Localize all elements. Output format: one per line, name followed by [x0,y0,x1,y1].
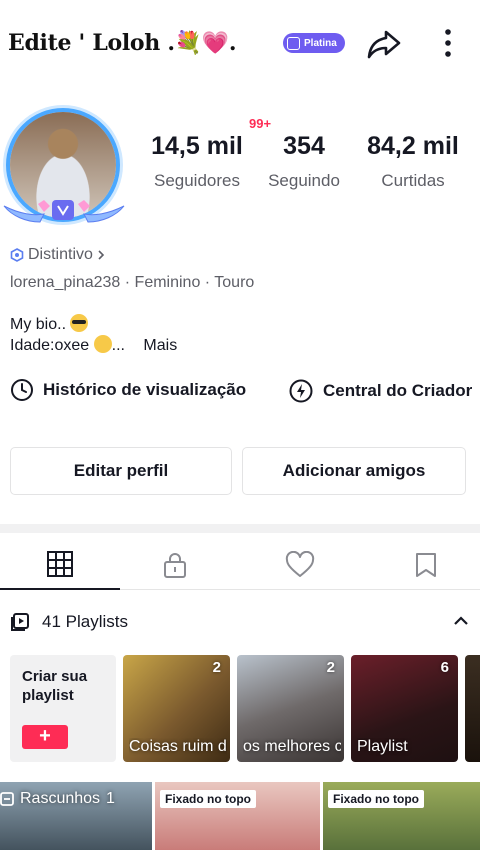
platina-badge-label: Platina [304,37,337,49]
playlists-header[interactable]: 41 Playlists [10,608,470,636]
likes-stat[interactable]: 84,2 mil Curtidas [358,132,468,191]
profile-avatar[interactable] [0,100,128,228]
bio-line-2: Idade:oxee ... Mais [10,335,178,354]
profile-username[interactable]: Edite ' Loloh .💐💗. [8,30,237,56]
playlists-count-label: 41 Playlists [42,612,128,631]
bio-line-1-text: My bio.. [10,316,67,333]
heart-icon [285,551,315,577]
playlist-card-partial[interactable] [465,655,480,762]
bio-line-2-text: Idade:oxee [10,337,90,354]
playlist-card[interactable]: 2 Coisas ruim de ser eu [123,655,230,762]
following-stat[interactable]: 354 Seguindo [258,132,350,191]
more-options-icon[interactable] [436,26,460,62]
avatar-wings-decoration [3,200,125,223]
following-label: Seguindo [268,171,340,190]
tab-liked[interactable] [240,540,360,590]
creator-center-label: Central do Criador [323,381,473,400]
playlist-name: Playlist [357,738,408,755]
edit-profile-button[interactable]: Editar perfil [10,447,232,495]
distintivo-link[interactable]: Distintivo [10,246,105,264]
share-icon[interactable] [366,26,402,62]
tab-videos[interactable] [0,540,120,590]
playlist-video-count: 2 [212,659,221,676]
chevron-up-icon[interactable] [452,612,470,630]
playlist-video-count: 6 [440,659,449,676]
playlist-card[interactable]: 2 os melhores ca... [237,655,344,762]
pinned-badge: Fixado no topo [328,790,424,808]
tab-saved[interactable] [366,540,480,590]
likes-label: Curtidas [381,171,445,190]
followers-label: Seguidores [153,171,240,190]
creator-center-link[interactable]: Central do Criador [288,378,472,404]
create-playlist-button[interactable]: + [22,725,68,749]
followers-count: 14,5 mil [151,132,243,160]
playlist-name: os melhores ca... [243,738,341,755]
bio-line-1: My bio.. [10,314,89,334]
gem-icon [287,36,300,50]
drafts-icon [0,792,14,806]
tab-private[interactable] [115,540,235,590]
pinned-badge: Fixado no topo [160,790,256,808]
smirk-emoji-icon [93,335,112,353]
followers-stat[interactable]: 14,5 mil Seguidores [142,132,252,191]
grid-icon [47,551,73,577]
following-count: 354 [283,132,325,160]
lightning-icon [289,379,313,403]
create-playlist-card[interactable]: Criar sua playlist + [10,655,116,762]
drafts-count: 1 [106,790,115,807]
video-tile[interactable]: Fixado no topo [323,782,480,850]
distintivo-label: Distintivo [28,246,93,263]
playlist-name: Coisas ruim de ser eu [129,738,227,755]
likes-count: 84,2 mil [367,132,459,160]
add-friends-button[interactable]: Adicionar amigos [242,447,466,495]
badge-hex-icon [10,248,24,262]
profile-header: Edite ' Loloh .💐💗. Platina [0,0,480,90]
platina-badge[interactable]: Platina [283,33,345,53]
watch-history-link[interactable]: Histórico de visualização [10,378,246,402]
chevron-right-icon [98,250,105,260]
clock-icon [11,379,33,401]
drafts-label-row: Rascunhos 1 [0,790,115,808]
playlist-icon [11,613,29,631]
playlist-card[interactable]: 6 Playlist [351,655,458,762]
notification-badge[interactable]: 99+ [249,116,271,131]
playlist-video-count: 2 [326,659,335,676]
profile-meta: lorena_pina238 · Feminino · Touro [10,274,255,291]
bookmark-icon [416,553,436,577]
drafts-label: Rascunhos [20,790,101,807]
section-divider [0,524,480,533]
lock-icon [164,553,186,578]
sunglasses-emoji-icon [70,314,89,332]
video-tile[interactable]: Fixado no topo [155,782,320,850]
content-tabs [0,540,480,590]
bio-more-link[interactable]: Mais [143,337,177,354]
drafts-tile[interactable]: Rascunhos 1 [0,782,152,850]
create-playlist-label: Criar sua playlist [22,668,88,704]
watch-history-label: Histórico de visualização [43,380,247,399]
